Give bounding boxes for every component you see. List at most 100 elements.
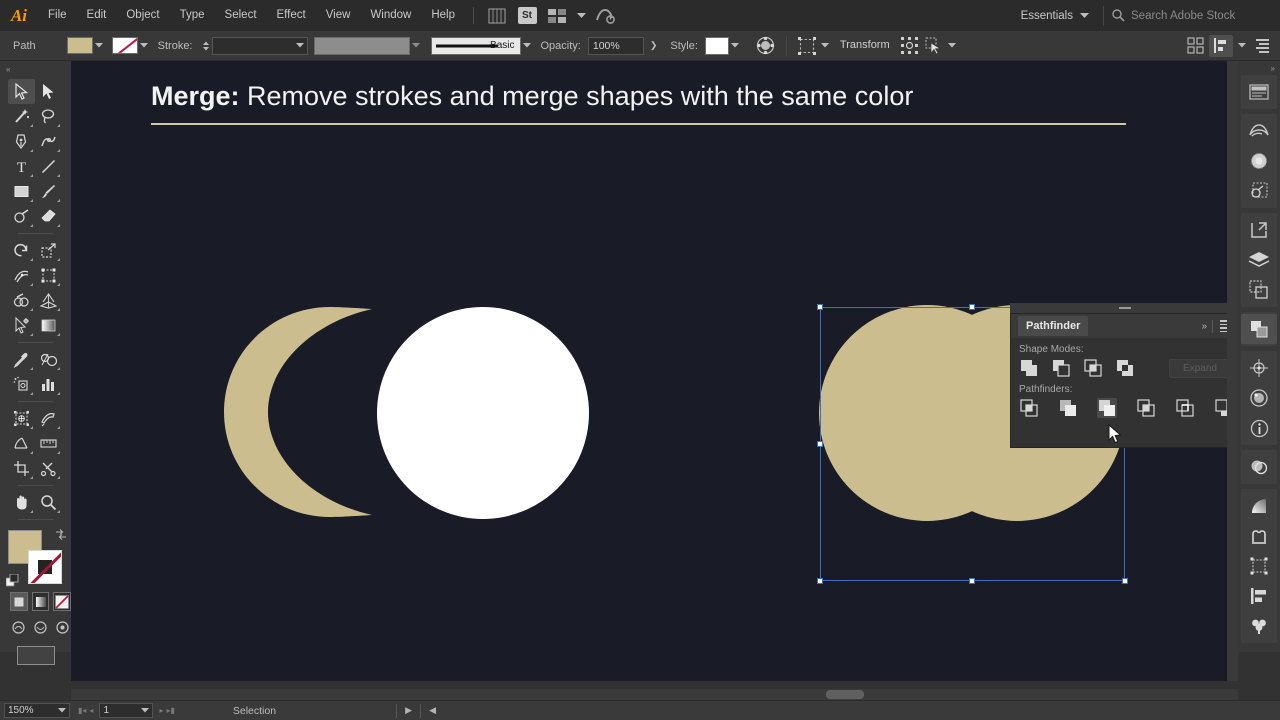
zoom-tool[interactable] [35,490,62,515]
intersect-button[interactable] [1083,358,1103,378]
symbol-sprayer-tool[interactable] [8,372,35,397]
stroke-caret-icon[interactable] [138,37,151,54]
isolate-group-icon[interactable] [898,35,922,57]
export-panel-icon[interactable] [1241,215,1277,245]
shaper-tool[interactable] [8,204,35,229]
change-screen-mode-button[interactable] [16,646,55,665]
merge-button[interactable] [1097,398,1117,418]
first-page-icon[interactable]: ▮◂ [78,706,86,715]
transform-panel-icon[interactable] [1241,353,1277,383]
default-fill-stroke-icon[interactable] [6,574,20,588]
paintbrush-tool[interactable] [35,179,62,204]
stroke-weight-stepper[interactable] [200,37,212,55]
curvature-tool[interactable] [35,129,62,154]
align-panel-icon[interactable] [1241,581,1277,611]
toolbar-grip[interactable]: « [0,61,71,77]
selection-handle-bl[interactable] [817,578,823,584]
minus-front-button[interactable] [1051,358,1071,378]
trim-button[interactable] [1058,398,1078,418]
swap-fill-stroke-icon[interactable] [54,528,68,542]
gradient-tool[interactable] [35,313,62,338]
eyedropper-tool[interactable] [8,347,35,372]
bridge-icon[interactable] [484,5,510,27]
exclude-button[interactable] [1115,358,1135,378]
document-setup-icon[interactable] [1250,35,1274,57]
menu-file[interactable]: File [38,0,77,31]
menu-help[interactable]: Help [421,0,465,31]
direct-selection-tool[interactable] [35,79,62,104]
lasso-tool[interactable] [35,104,62,129]
gradient-mode-button[interactable] [31,592,50,611]
selection-handle-bc[interactable] [969,578,975,584]
rectangle-tool[interactable] [8,179,35,204]
style-caret-icon[interactable] [729,37,742,54]
color-panel-icon[interactable] [1241,146,1277,176]
selection-handle-br[interactable] [1122,578,1128,584]
menu-view[interactable]: View [316,0,361,31]
graphic-style-swatch[interactable] [704,36,729,55]
expand-button[interactable]: Expand [1169,358,1231,378]
type-tool[interactable]: T [8,154,35,179]
line-segment-tool[interactable] [35,154,62,179]
shape-builder-tool[interactable] [8,288,35,313]
stock-search-field[interactable]: Search Adobe Stock [1112,9,1272,22]
crop-image-tool[interactable] [8,456,35,481]
opacity-expand-icon[interactable]: ❯ [644,40,664,51]
select-similar-caret-icon[interactable] [819,37,832,54]
last-page-icon[interactable]: ▸▮ [166,706,174,715]
transform-button[interactable]: Transform [832,36,898,55]
stock-icon[interactable]: St [514,5,540,27]
unite-button[interactable] [1019,358,1039,378]
select-similar-icon[interactable] [795,35,819,57]
stroke-weight-field[interactable] [211,36,308,55]
cc-libraries-icon[interactable] [592,5,618,27]
menu-window[interactable]: Window [360,0,421,31]
crescent-shape[interactable] [224,307,372,517]
selection-options-caret-icon[interactable] [946,37,959,54]
slice-tool[interactable] [35,406,62,431]
artboard-tool[interactable] [8,406,35,431]
opacity-field[interactable]: 100% [587,36,644,55]
symbols-panel-icon[interactable] [1241,521,1277,551]
magic-wand-tool[interactable] [8,104,35,129]
fill-caret-icon[interactable] [93,37,106,54]
layers-panel-icon[interactable] [1241,245,1277,275]
variable-width-profile-field[interactable] [313,36,410,55]
prev-page-icon[interactable]: ◂ [89,706,93,715]
mesh-tool[interactable] [8,313,35,338]
brushes-panel-icon[interactable] [1241,611,1277,641]
properties-panel-icon[interactable] [1241,77,1277,107]
selection-options-icon[interactable] [922,35,946,57]
outline-button[interactable] [1175,398,1195,418]
status-tool-label[interactable]: Selection [233,705,276,717]
selection-handle-ml[interactable] [817,441,823,447]
menu-object[interactable]: Object [116,0,169,31]
measure-tool[interactable] [35,431,62,456]
pen-tool[interactable] [8,129,35,154]
toolbar-stroke-swatch[interactable] [28,550,62,584]
workspace-switcher[interactable]: Essentials [1015,10,1095,22]
menu-select[interactable]: Select [215,0,267,31]
circle-shape[interactable] [377,307,589,519]
distribute-spacing-icon[interactable] [1183,35,1207,57]
rotate-tool[interactable] [8,238,35,263]
selection-tool[interactable] [8,79,35,104]
align-caret-icon[interactable] [1235,37,1248,54]
eraser-tool[interactable] [35,204,62,229]
menu-effect[interactable]: Effect [267,0,316,31]
draw-inside-button[interactable] [55,619,71,636]
color-guide-panel-icon[interactable] [1241,176,1277,206]
draw-behind-button[interactable] [32,619,48,636]
cc-libraries-panel-icon[interactable] [1241,116,1277,146]
selection-handle-tc[interactable] [969,304,975,310]
column-graph-tool[interactable] [35,372,62,397]
brush-definition-field[interactable]: Basic [430,36,521,55]
perspective-selection-tool[interactable] [8,431,35,456]
divide-button[interactable] [1019,398,1039,418]
profile-caret-icon[interactable] [410,37,423,54]
selection-handle-tl[interactable] [817,304,823,310]
horizontal-scrollbar[interactable] [71,689,1238,700]
menu-edit[interactable]: Edit [77,0,117,31]
artboard-tool-panel-icon[interactable] [1241,551,1277,581]
brush-caret-icon[interactable] [521,37,534,54]
